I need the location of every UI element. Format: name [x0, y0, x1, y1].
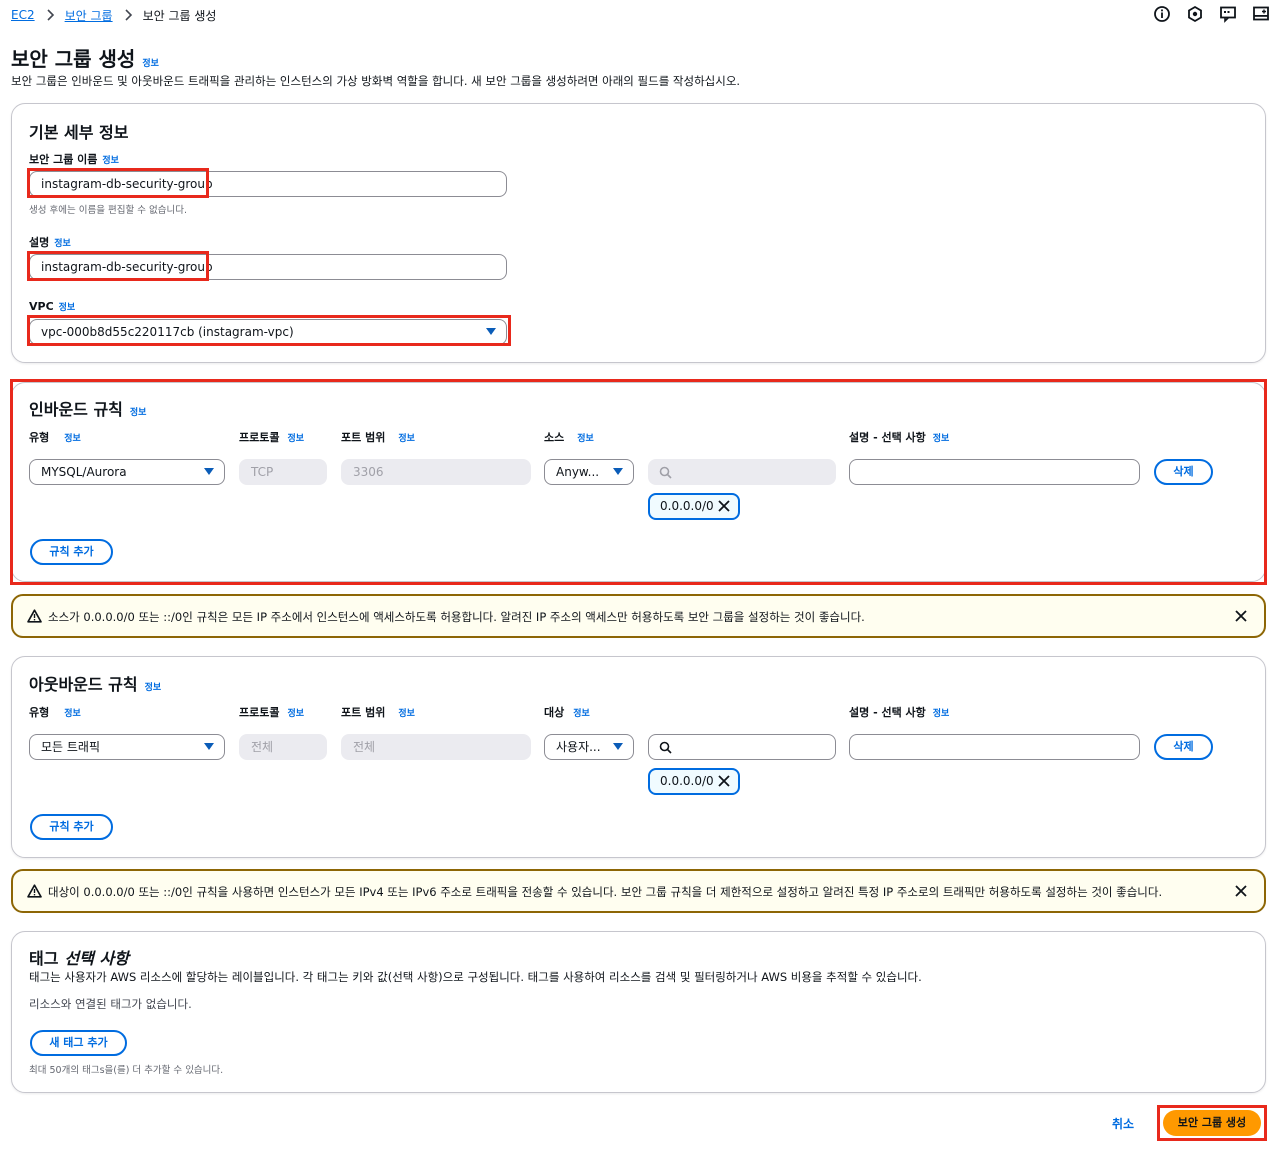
outbound-cidr-token-label: 0.0.0.0/0 — [660, 774, 714, 788]
breadcrumb-current: 보안 그룹 생성 — [142, 8, 217, 23]
name-hint: 생성 후에는 이름을 편집할 수 없습니다. — [29, 205, 187, 216]
inbound-cidr-token-label: 0.0.0.0/0 — [660, 499, 714, 513]
description-label: 설명 — [29, 236, 50, 249]
outbound-cidr-token: 0.0.0.0/0 — [648, 768, 740, 795]
vpc-label: VPC — [29, 300, 54, 313]
inbound-type-select[interactable]: MYSQL/Aurora — [29, 459, 225, 485]
outbound-type-select[interactable]: 모든 트래픽 — [29, 734, 225, 760]
search-icon — [659, 466, 672, 479]
info-link[interactable]: 정보 — [130, 405, 147, 418]
add-new-tag-button[interactable]: 새 태그 추가 — [30, 1030, 127, 1056]
caret-down-icon — [204, 743, 214, 750]
caret-down-icon — [613, 468, 623, 475]
split-panel-icon[interactable] — [1252, 5, 1270, 23]
inbound-col-description: 설명 - 선택 사항 정보 — [849, 431, 950, 444]
outbound-rules-panel: 아웃바운드 규칙 정보 유형 정보 프로토콜 정보 포트 범위 정보 대상 정보… — [11, 656, 1266, 858]
outbound-add-rule-button[interactable]: 규칙 추가 — [30, 814, 113, 840]
inbound-col-source: 소스 정보 — [544, 431, 594, 444]
inbound-heading-row: 인바운드 규칙 정보 — [29, 396, 146, 420]
basic-details-panel: 기본 세부 정보 보안 그룹 이름 정보 instagram-db-securi… — [11, 103, 1266, 363]
inbound-source-value: Anyw... — [556, 465, 600, 479]
info-link[interactable]: 정보 — [145, 680, 162, 693]
outbound-warning-text: 대상이 0.0.0.0/0 또는 ::/0인 규칙을 사용하면 인스턴스가 모든… — [48, 885, 1163, 899]
outbound-col-protocol: 프로토콜 정보 — [239, 706, 305, 719]
name-label-row: 보안 그룹 이름 정보 — [29, 151, 119, 167]
notifications-icon[interactable] — [1186, 5, 1204, 23]
outbound-destination-select[interactable]: 사용자... — [544, 734, 634, 760]
info-link[interactable]: 정보 — [102, 153, 119, 166]
tags-empty-text: 리소스와 연결된 태그가 없습니다. — [29, 997, 192, 1011]
info-circle-icon[interactable] — [1153, 5, 1171, 23]
name-label: 보안 그룹 이름 — [29, 153, 98, 166]
outbound-description-input[interactable] — [849, 734, 1140, 760]
caret-down-icon — [486, 328, 496, 335]
outbound-cidr-search[interactable] — [648, 734, 836, 760]
outbound-col-description: 설명 - 선택 사항 정보 — [849, 706, 950, 719]
inbound-col-protocol: 프로토콜 정보 — [239, 431, 305, 444]
inbound-protocol-field: TCP — [239, 459, 327, 485]
inbound-warning-text: 소스가 0.0.0.0/0 또는 ::/0인 규칙은 모든 IP 주소에서 인스… — [48, 610, 865, 624]
inbound-col-port: 포트 범위 정보 — [341, 431, 415, 444]
inbound-description-input[interactable] — [849, 459, 1140, 485]
outbound-warning-alert: 대상이 0.0.0.0/0 또는 ::/0인 규칙을 사용하면 인스턴스가 모든… — [11, 869, 1266, 913]
close-icon[interactable] — [1234, 884, 1248, 898]
description-label-row: 설명 정보 — [29, 234, 71, 250]
outbound-port-field: 전체 — [341, 734, 531, 760]
security-group-name-input[interactable]: instagram-db-security-group — [29, 171, 507, 197]
inbound-rules-panel: 인바운드 규칙 정보 유형 정보 프로토콜 정보 포트 범위 정보 소스 정보 … — [11, 382, 1266, 582]
tags-heading: 태그 — [29, 949, 59, 968]
tags-limit-hint: 최대 50개의 태그s을(를) 더 추가할 수 있습니다. — [29, 1065, 224, 1076]
outbound-col-destination: 대상 정보 — [544, 706, 590, 719]
tags-heading-row: 태그 선택 사항 — [29, 945, 129, 969]
caret-down-icon — [613, 743, 623, 750]
search-icon — [659, 741, 672, 754]
page-header: 보안 그룹 생성 정보 — [11, 43, 159, 72]
outbound-type-value: 모든 트래픽 — [41, 740, 101, 754]
info-link[interactable]: 정보 — [54, 236, 71, 249]
cancel-button[interactable]: 취소 — [1112, 1115, 1134, 1132]
close-icon[interactable] — [717, 499, 731, 513]
inbound-col-type: 유형 정보 — [29, 431, 81, 444]
caret-down-icon — [204, 468, 214, 475]
page-description: 보안 그룹은 인바운드 및 아웃바운드 트래픽을 관리하는 인스턴스의 가상 방… — [11, 74, 741, 88]
outbound-destination-value: 사용자... — [556, 740, 601, 754]
outbound-heading: 아웃바운드 규칙 — [29, 675, 138, 694]
tags-heading-optional: 선택 사항 — [64, 949, 129, 968]
close-icon[interactable] — [1234, 609, 1248, 623]
tags-panel: 태그 선택 사항 태그는 사용자가 AWS 리소스에 할당하는 레이블입니다. … — [11, 931, 1266, 1093]
info-link[interactable]: 정보 — [142, 56, 159, 69]
inbound-heading: 인바운드 규칙 — [29, 400, 123, 419]
basic-details-heading: 기본 세부 정보 — [29, 123, 129, 142]
chevron-right-icon — [125, 9, 132, 21]
page-title: 보안 그룹 생성 — [11, 47, 136, 71]
outbound-delete-button[interactable]: 삭제 — [1154, 734, 1213, 760]
inbound-port-field: 3306 — [341, 459, 531, 485]
close-icon[interactable] — [717, 774, 731, 788]
chevron-right-icon — [47, 9, 54, 21]
breadcrumb: EC2 보안 그룹 보안 그룹 생성 — [11, 6, 216, 24]
inbound-add-rule-button[interactable]: 규칙 추가 — [30, 539, 113, 565]
breadcrumb-ec2-link[interactable]: EC2 — [11, 8, 35, 22]
outbound-col-type: 유형 정보 — [29, 706, 81, 719]
inbound-cidr-token: 0.0.0.0/0 — [648, 493, 740, 520]
feedback-icon[interactable] — [1219, 5, 1237, 23]
warning-icon — [27, 884, 42, 898]
breadcrumb-security-groups-link[interactable]: 보안 그룹 — [65, 7, 113, 24]
vpc-label-row: VPC 정보 — [29, 300, 75, 313]
description-input[interactable]: instagram-db-security-group — [29, 254, 507, 280]
create-security-group-button[interactable]: 보안 그룹 생성 — [1163, 1110, 1261, 1136]
warning-icon — [27, 609, 42, 623]
inbound-cidr-search[interactable] — [648, 459, 836, 485]
outbound-heading-row: 아웃바운드 규칙 정보 — [29, 671, 161, 695]
vpc-select[interactable]: vpc-000b8d55c220117cb (instagram-vpc) — [29, 319, 507, 345]
outbound-protocol-field: 전체 — [239, 734, 327, 760]
inbound-warning-alert: 소스가 0.0.0.0/0 또는 ::/0인 규칙은 모든 IP 주소에서 인스… — [11, 594, 1266, 638]
tags-description: 태그는 사용자가 AWS 리소스에 할당하는 레이블입니다. 각 태그는 키와 … — [29, 970, 922, 984]
inbound-type-value: MYSQL/Aurora — [41, 465, 127, 479]
inbound-source-select[interactable]: Anyw... — [544, 459, 634, 485]
vpc-select-value: vpc-000b8d55c220117cb (instagram-vpc) — [41, 325, 294, 339]
info-link[interactable]: 정보 — [59, 300, 76, 313]
outbound-col-port: 포트 범위 정보 — [341, 706, 415, 719]
inbound-delete-button[interactable]: 삭제 — [1154, 459, 1213, 485]
